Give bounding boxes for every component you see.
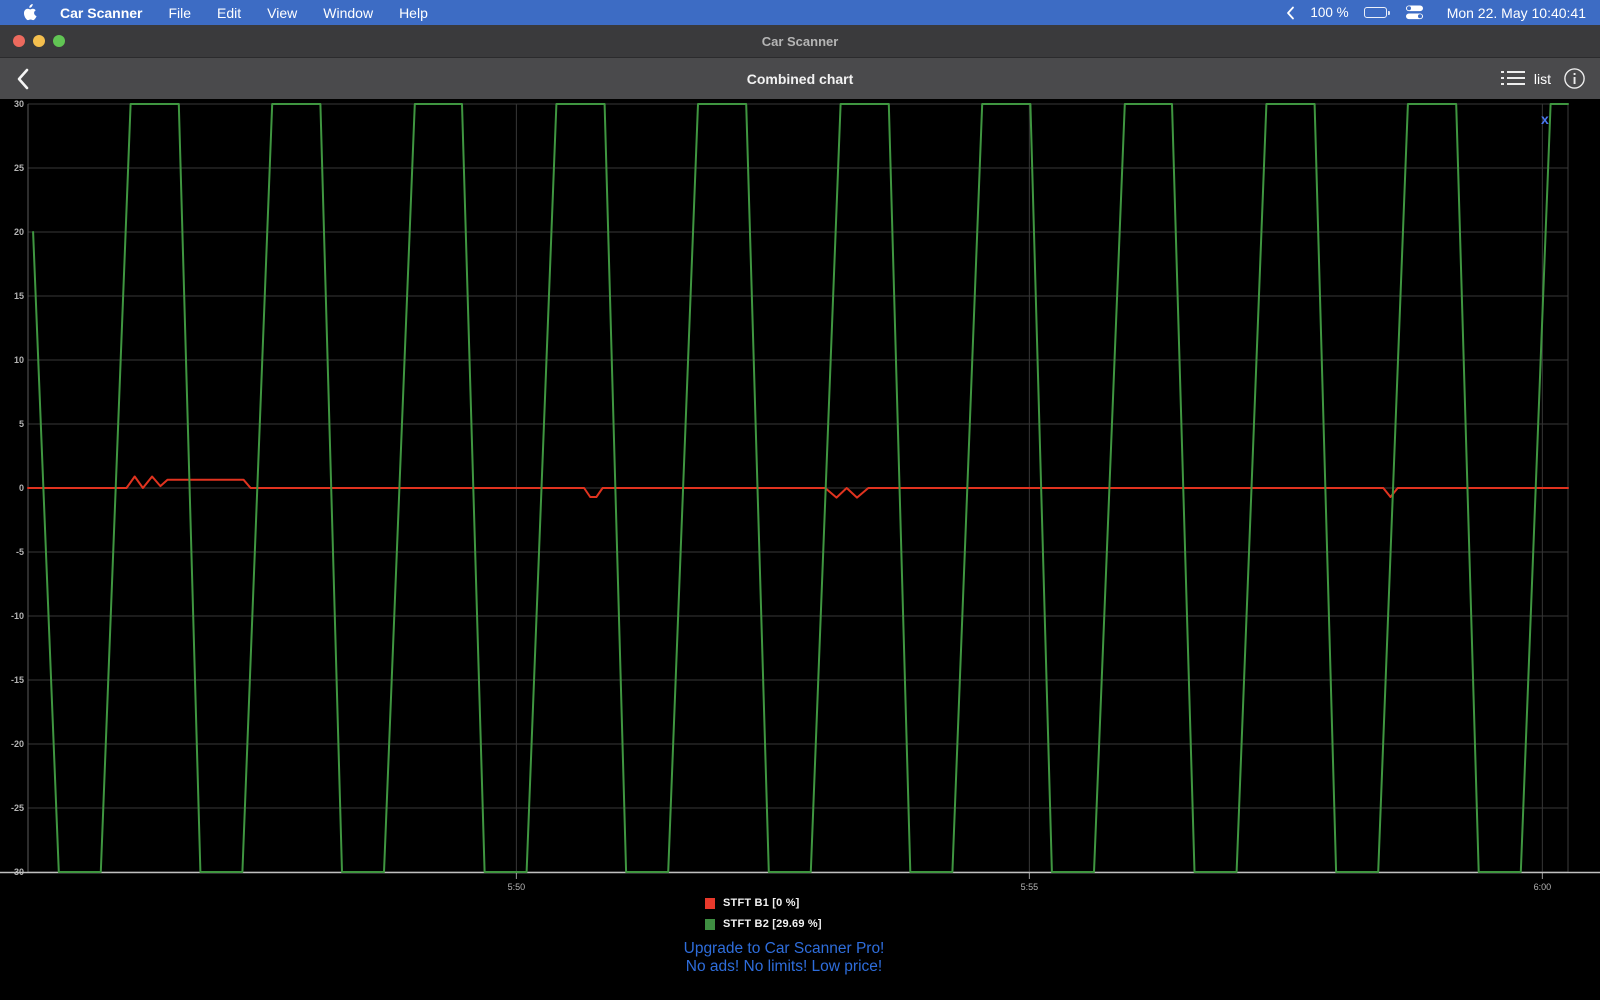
control-center-icon[interactable]	[1405, 4, 1426, 21]
back-button[interactable]	[8, 58, 38, 99]
toolbar: Combined chart list	[0, 58, 1600, 99]
menu-bar: Car Scanner File Edit View Window Help 1…	[0, 0, 1600, 25]
upgrade-pro-link[interactable]: Upgrade to Car Scanner Pro! No ads! No l…	[0, 940, 1568, 975]
menu-item-edit[interactable]: Edit	[217, 5, 241, 21]
upgrade-pro-line1[interactable]: Upgrade to Car Scanner Pro!	[0, 940, 1568, 958]
close-window-button[interactable]	[13, 35, 25, 47]
y-axis-tick-label: 10	[14, 355, 24, 365]
legend-item-stft-b2: STFT B2 [29.69 %]	[705, 918, 822, 930]
y-axis-tick-label: 20	[14, 227, 24, 237]
legend-label: STFT B2 [29.69 %]	[723, 918, 822, 930]
window-title-bar: Car Scanner	[0, 25, 1600, 58]
y-axis-tick-label: 5	[19, 419, 24, 429]
chart-legend: STFT B1 [0 %] STFT B2 [29.69 %]	[705, 897, 822, 939]
close-chart-button[interactable]: x	[1541, 111, 1549, 127]
menu-app-name[interactable]: Car Scanner	[60, 5, 142, 21]
y-axis-tick-label: -10	[11, 611, 24, 621]
y-axis-tick-label: -5	[16, 547, 24, 557]
chevron-left-icon[interactable]	[1285, 5, 1295, 21]
y-axis-tick-label: -15	[11, 675, 24, 685]
x-axis-tick-label: 6:00	[1534, 882, 1552, 892]
list-button[interactable]: list	[1501, 70, 1551, 87]
chart-area: 302520151050-5-10-15-20-25-305:505:556:0…	[0, 99, 1600, 1000]
battery-percent-label[interactable]: 100 %	[1310, 5, 1348, 20]
x-axis-tick-label: 5:55	[1021, 882, 1039, 892]
upgrade-pro-line2[interactable]: No ads! No limits! Low price!	[0, 958, 1568, 976]
minimize-window-button[interactable]	[33, 35, 45, 47]
list-icon	[1501, 70, 1525, 87]
menu-item-file[interactable]: File	[168, 5, 191, 21]
menu-item-window[interactable]: Window	[323, 5, 373, 21]
list-button-label: list	[1534, 71, 1551, 87]
legend-swatch-red	[705, 898, 715, 909]
y-axis-tick-label: 15	[14, 291, 24, 301]
y-axis-tick-label: 25	[14, 163, 24, 173]
battery-icon[interactable]	[1364, 7, 1390, 18]
info-icon	[1563, 67, 1586, 90]
y-axis-tick-label: 0	[19, 483, 24, 493]
series-line-stft-b1	[28, 477, 1568, 498]
menu-item-help[interactable]: Help	[399, 5, 428, 21]
apple-icon[interactable]	[22, 4, 38, 21]
y-axis-tick-label: -25	[11, 803, 24, 813]
menu-clock[interactable]: Mon 22. May 10:40:41	[1447, 5, 1586, 21]
menu-item-view[interactable]: View	[267, 5, 297, 21]
x-axis-tick-label: 5:50	[508, 882, 526, 892]
y-axis-tick-label: 30	[14, 99, 24, 109]
zoom-window-button[interactable]	[53, 35, 65, 47]
combined-chart-canvas[interactable]: 302520151050-5-10-15-20-25-305:505:556:0…	[0, 99, 1600, 899]
y-axis-tick-label: -20	[11, 739, 24, 749]
legend-item-stft-b1: STFT B1 [0 %]	[705, 897, 822, 909]
window-title: Car Scanner	[762, 34, 839, 49]
legend-swatch-green	[705, 919, 715, 930]
page-title: Combined chart	[747, 71, 854, 87]
legend-label: STFT B1 [0 %]	[723, 897, 800, 909]
info-button[interactable]	[1563, 67, 1586, 90]
